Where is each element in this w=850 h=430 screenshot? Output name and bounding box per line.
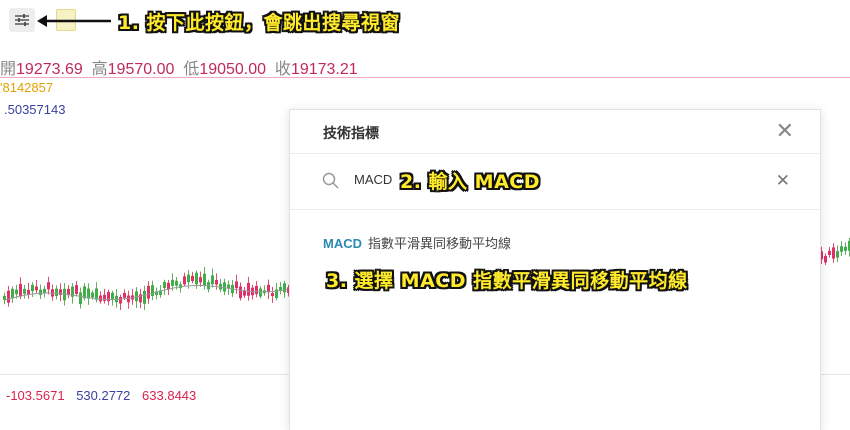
candle [223,282,226,292]
step2-annotation: 2. 輸入 MACD [400,171,540,193]
candle [15,289,18,295]
candle [259,288,262,297]
candle [199,277,202,283]
candle [91,292,94,298]
candle [203,273,206,286]
candle [143,290,146,304]
dialog-header: 技術指標 ✕ [290,110,820,154]
candle [147,285,150,299]
macd-value-1: -103.5671 [6,388,65,403]
candle [255,285,258,295]
dialog-title: 技術指標 [323,125,379,141]
candle [235,281,238,289]
candle [215,280,218,285]
candle [163,281,166,289]
step3-annotation: 3. 選擇 MACD 指數平滑異同移動平均線 [326,270,688,292]
candle [171,279,174,286]
macd-value-2: 530.2772 [76,388,131,403]
search-icon [322,172,339,189]
candle [119,296,122,304]
candle [267,284,270,293]
candle [824,255,827,263]
candle [75,285,78,294]
candle [271,292,274,297]
candle [55,288,58,297]
candle [39,289,42,295]
candle [151,285,154,296]
candle [7,290,10,303]
candle [35,286,38,291]
search-result-macd[interactable]: MACD 指數平滑異同移動平均線 [323,233,511,252]
candle [11,288,14,299]
candle [832,247,835,259]
search-input[interactable] [354,172,394,187]
candle [19,284,22,297]
candle [836,251,839,258]
candle [844,246,847,251]
candle [175,280,178,286]
candle [111,292,114,300]
candle [283,283,286,293]
candle [183,276,186,285]
clear-icon[interactable]: ✕ [776,171,790,191]
candle [191,275,194,282]
candle [47,282,50,290]
candle [123,292,126,298]
candle [23,288,26,294]
candle [103,294,106,301]
macd-value-3: 633.8443 [142,388,197,403]
candle [27,289,30,295]
macd-values: -103.5671 530.2772 633.8443 [6,388,204,403]
candle [828,250,831,255]
candle [247,282,250,296]
candle [31,284,34,292]
candle [211,275,214,285]
candle [79,292,82,305]
search-row: ✕ [290,154,820,210]
candle [187,274,190,283]
result-code: MACD [323,236,362,251]
result-name: 指數平滑異同移動平均線 [368,236,512,251]
candle [840,246,843,252]
candle [195,272,198,285]
candle [239,286,242,299]
close-icon[interactable]: ✕ [776,118,794,144]
